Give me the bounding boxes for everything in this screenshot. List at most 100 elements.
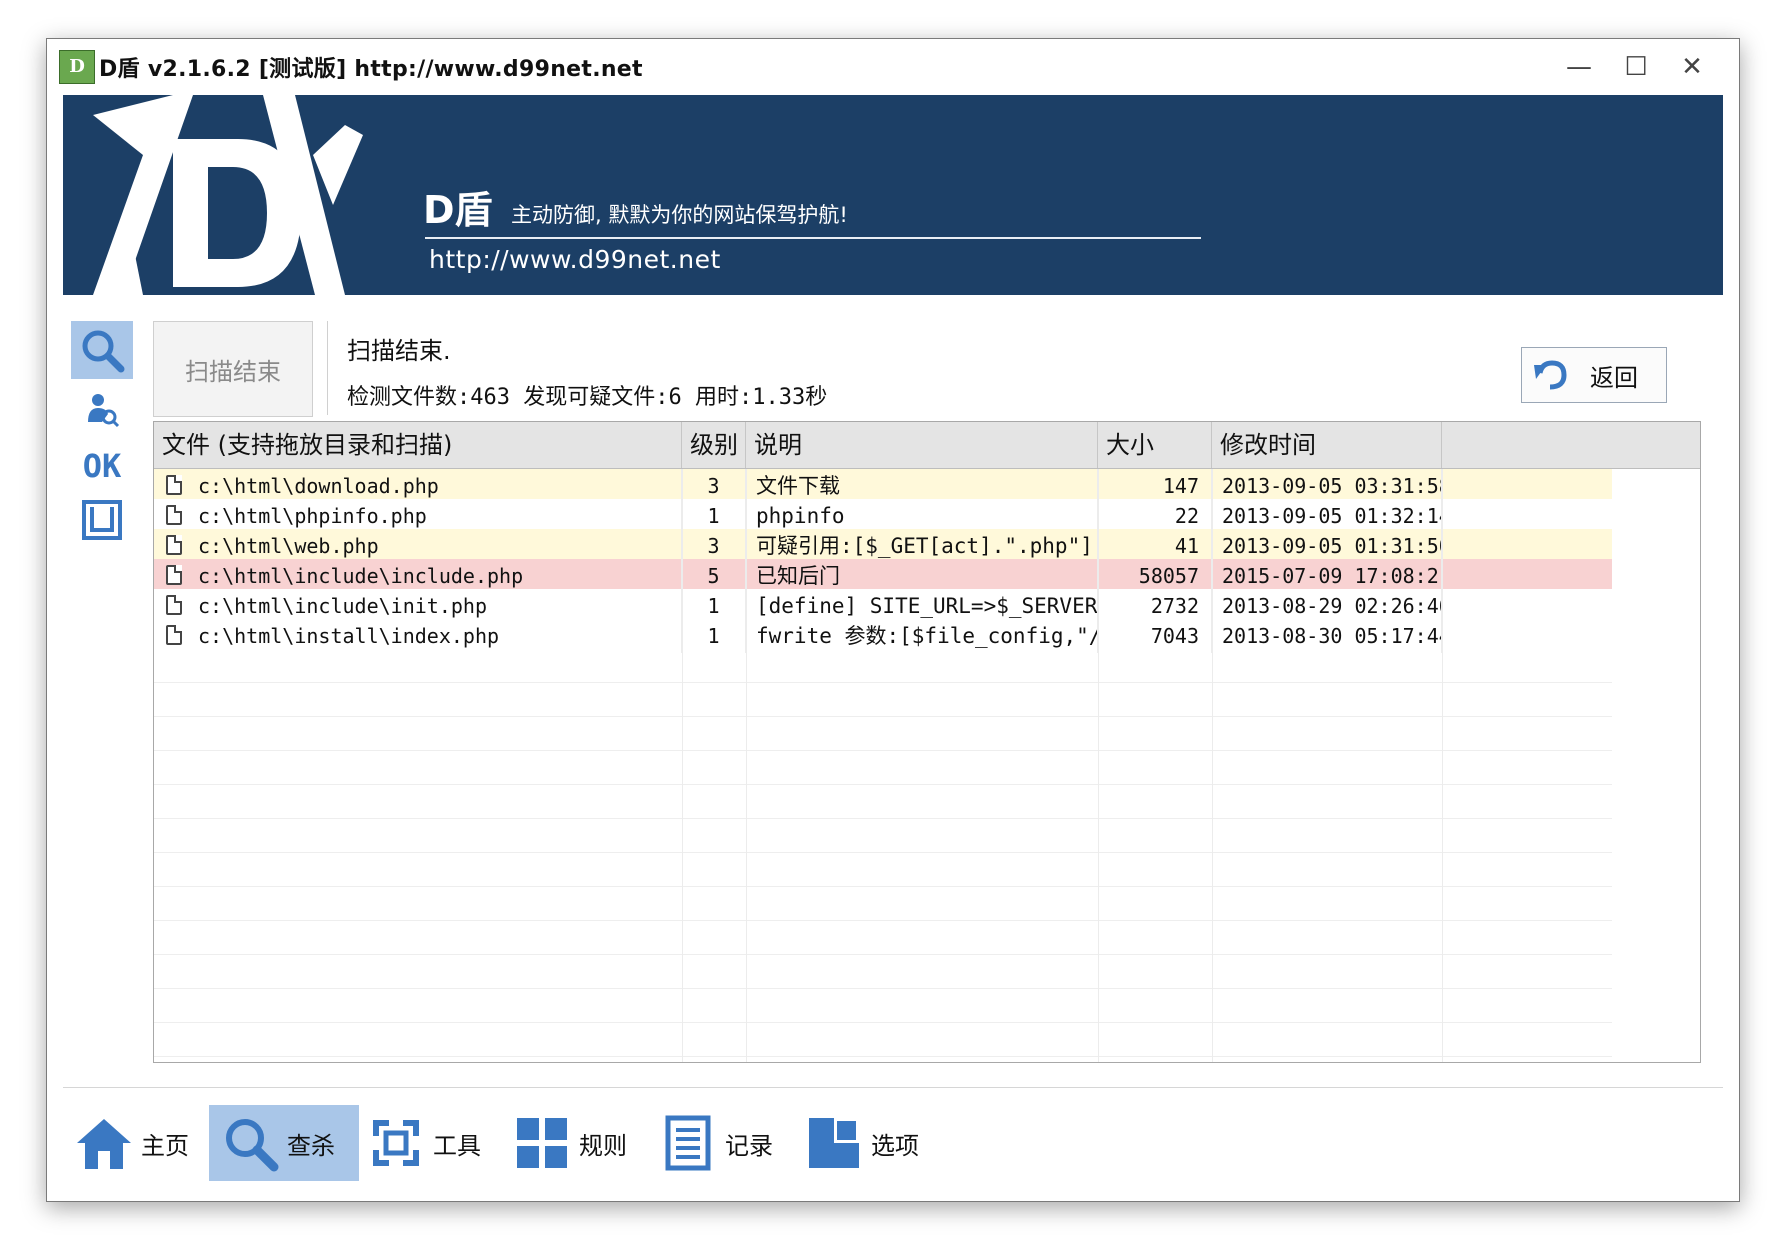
cell-level: 1 [682, 499, 746, 533]
table-row[interactable]: c:\html\web.php 3 可疑引用:[$_GET[act].".php… [154, 529, 1612, 563]
file-icon [166, 475, 182, 495]
file-path: c:\html\phpinfo.php [198, 504, 427, 528]
file-path: c:\html\include\include.php [198, 564, 524, 588]
empty-row [154, 989, 1612, 1023]
results-table[interactable]: 文件 (支持拖放目录和扫描) 级别 说明 大小 修改时间 c:\html\dow… [153, 421, 1701, 1063]
side-ok-button[interactable]: OK [71, 437, 133, 495]
maximize-button[interactable]: ☐ [1614, 47, 1658, 87]
tools-icon [373, 1120, 419, 1166]
cell-mtime: 2013-09-05 03:31:58 [1212, 469, 1442, 503]
cell-file: c:\html\install\index.php [154, 619, 682, 653]
d-logo-icon [93, 95, 363, 295]
empty-row [154, 887, 1612, 921]
cell-file: c:\html\phpinfo.php [154, 499, 682, 533]
title-bar: D D盾 v2.1.6.2 [测试版] http://www.d99net.ne… [47, 39, 1739, 95]
empty-row [154, 955, 1612, 989]
file-icon [166, 565, 182, 585]
log-icon [665, 1115, 711, 1171]
cell-mtime: 2013-08-29 02:26:46 [1212, 589, 1442, 623]
minimize-button[interactable]: — [1557, 47, 1601, 87]
nav-rules[interactable]: 规则 [501, 1105, 651, 1181]
nav-options-label: 选项 [871, 1131, 919, 1160]
cell-description: [define] SITE_URL=>$_SERVER[... [746, 589, 1098, 623]
column-header-mtime[interactable]: 修改时间 [1212, 422, 1442, 468]
nav-options[interactable]: 选项 [793, 1105, 943, 1181]
file-path: c:\html\include\init.php [198, 594, 487, 618]
back-button-label: 返回 [1590, 363, 1638, 392]
ok-icon: OK [82, 447, 122, 485]
file-path: c:\html\web.php [198, 534, 379, 558]
cell-mtime: 2013-09-05 01:32:14 [1212, 499, 1442, 533]
side-search-button[interactable] [71, 321, 133, 379]
slogan-text: 主动防御, 默默为你的网站保驾护航! [511, 203, 848, 227]
column-header-size[interactable]: 大小 [1098, 422, 1212, 468]
nav-tools[interactable]: 工具 [355, 1105, 505, 1181]
cell-size: 58057 [1098, 559, 1212, 593]
file-path: c:\html\download.php [198, 474, 439, 498]
home-icon [77, 1119, 131, 1169]
scan-status-button[interactable]: 扫描结束 [153, 321, 313, 417]
cell-mtime: 2013-09-05 01:31:50 [1212, 529, 1442, 563]
column-divider [746, 469, 747, 1062]
table-row[interactable]: c:\html\include\include.php 5 已知后门 58057… [154, 559, 1612, 593]
side-window-button[interactable] [71, 491, 133, 549]
app-window: D D盾 v2.1.6.2 [测试版] http://www.d99net.ne… [46, 38, 1740, 1202]
file-icon [166, 595, 182, 615]
nav-scan-label: 查杀 [287, 1131, 335, 1160]
grid-icon [517, 1118, 567, 1168]
empty-row [154, 683, 1612, 717]
cell-size: 41 [1098, 529, 1212, 563]
cell-description: 文件下载 [746, 469, 1098, 503]
nav-log-label: 记录 [725, 1131, 773, 1160]
nav-home[interactable]: 主页 [63, 1105, 213, 1181]
cell-file: c:\html\include\include.php [154, 559, 682, 593]
brand-name: D盾 [423, 188, 493, 232]
cell-mtime: 2015-07-09 17:08:21 [1212, 559, 1442, 593]
bottom-nav: 主页 查杀 工具 规则 记录 选项 [63, 1105, 1723, 1181]
nav-scan[interactable]: 查杀 [209, 1105, 359, 1181]
close-button[interactable]: ✕ [1670, 47, 1714, 87]
website-link[interactable]: http://www.d99net.net [429, 245, 721, 274]
empty-row [154, 819, 1612, 853]
side-user-scan-button[interactable] [71, 381, 133, 439]
file-icon [166, 625, 182, 645]
nav-home-label: 主页 [141, 1131, 189, 1160]
column-header-description[interactable]: 说明 [746, 422, 1098, 468]
column-divider [1442, 469, 1443, 1062]
header-banner: D盾 主动防御, 默默为你的网站保驾护航! http://www.d99net.… [63, 95, 1723, 295]
table-row[interactable]: c:\html\download.php 3 文件下载 147 2013-09-… [154, 469, 1612, 503]
file-path: c:\html\install\index.php [198, 624, 500, 648]
table-header: 文件 (支持拖放目录和扫描) 级别 说明 大小 修改时间 [154, 422, 1700, 469]
column-header-file[interactable]: 文件 (支持拖放目录和扫描) [154, 422, 682, 468]
cell-size: 147 [1098, 469, 1212, 503]
empty-row [154, 853, 1612, 887]
cell-description: 已知后门 [746, 559, 1098, 593]
cell-size: 2732 [1098, 589, 1212, 623]
window-icon [82, 500, 122, 540]
nav-tools-label: 工具 [433, 1131, 481, 1160]
table-row[interactable]: c:\html\install\index.php 1 fwrite 参数:[$… [154, 619, 1612, 653]
scan-summary-text: 检测文件数:463 发现可疑文件:6 用时:1.33秒 [347, 385, 828, 410]
table-row[interactable]: c:\html\phpinfo.php 1 phpinfo 22 2013-09… [154, 499, 1612, 533]
search-icon [82, 330, 125, 373]
nav-log[interactable]: 记录 [647, 1105, 797, 1181]
cell-size: 7043 [1098, 619, 1212, 653]
scan-status-text: 扫描结束. [347, 337, 451, 365]
bottom-divider [63, 1087, 1723, 1088]
cell-file: c:\html\include\init.php [154, 589, 682, 623]
empty-row [154, 717, 1612, 751]
column-header-level[interactable]: 级别 [682, 422, 746, 468]
empty-row [154, 785, 1612, 819]
cell-level: 5 [682, 559, 746, 593]
column-divider [682, 469, 683, 1062]
table-row[interactable]: c:\html\include\init.php 1 [define] SITE… [154, 589, 1612, 623]
cell-size: 22 [1098, 499, 1212, 533]
cell-description: 可疑引用:[$_GET[act].".php"] [746, 529, 1098, 563]
cell-level: 1 [682, 589, 746, 623]
back-button[interactable]: 返回 [1521, 347, 1667, 403]
empty-row [154, 1023, 1612, 1057]
search-icon [226, 1119, 279, 1172]
cell-description: phpinfo [746, 499, 1098, 533]
cell-level: 3 [682, 469, 746, 503]
empty-row [154, 649, 1612, 683]
